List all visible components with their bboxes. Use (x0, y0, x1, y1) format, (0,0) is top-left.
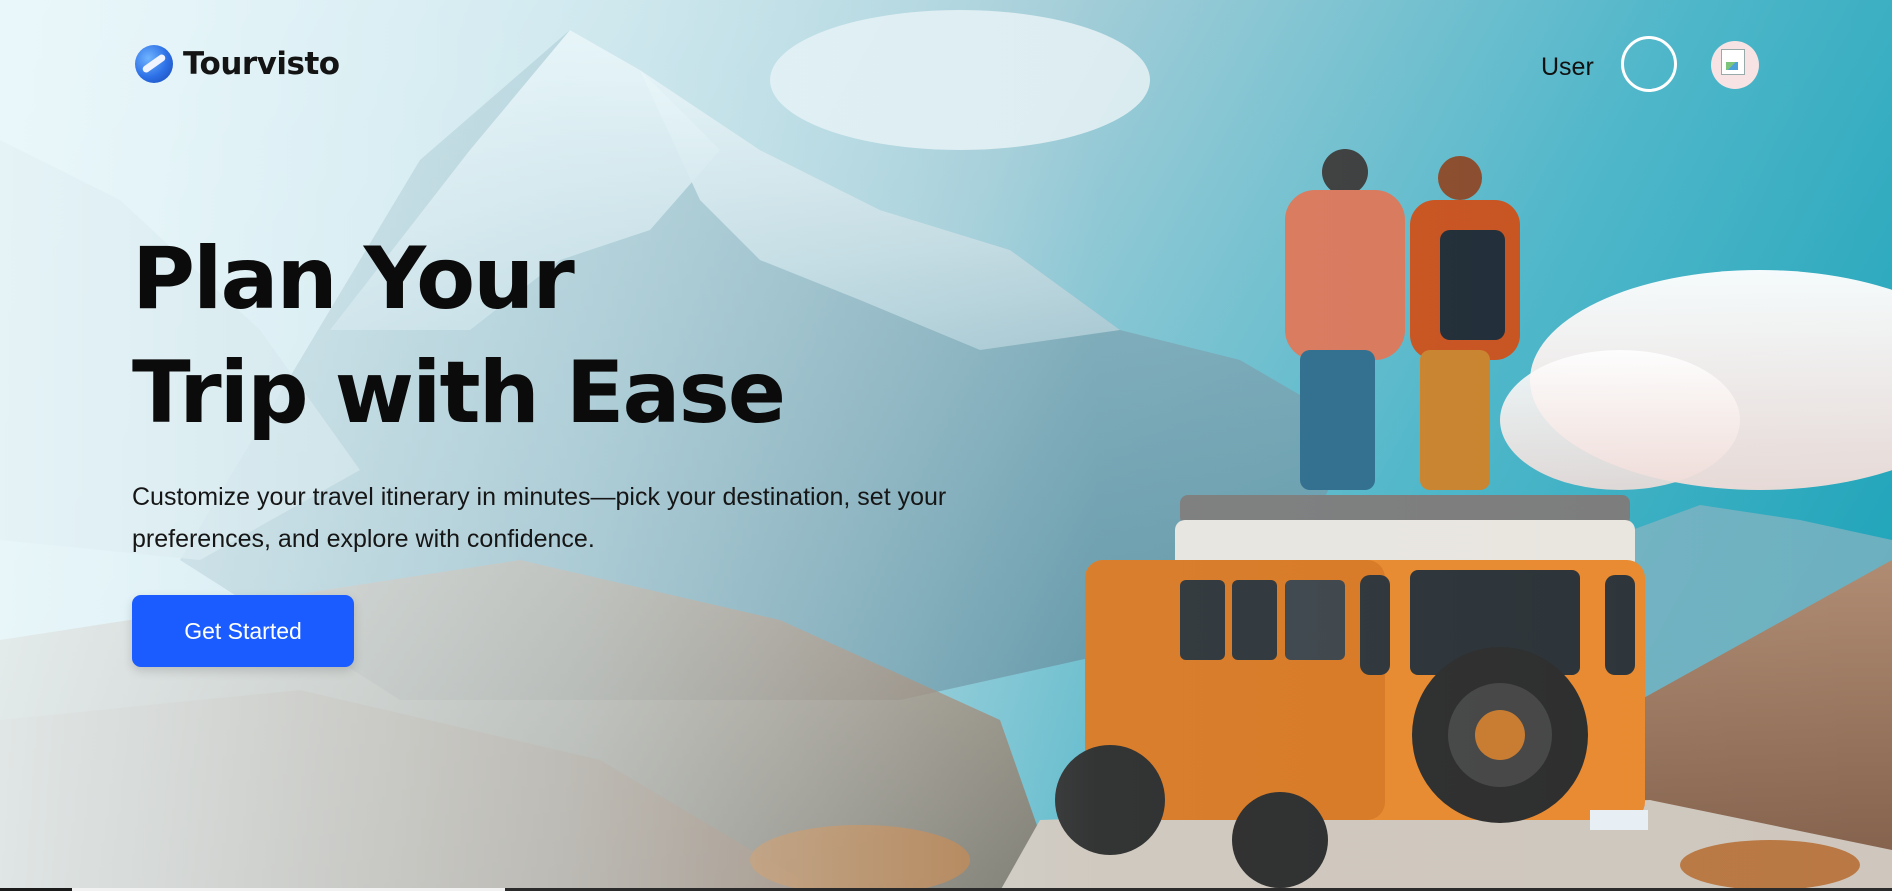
broken-image-icon (1721, 49, 1745, 75)
headline-line-1: Plan Your (132, 229, 575, 329)
brand-link[interactable]: Tourvisto (135, 45, 340, 83)
avatar[interactable] (1711, 41, 1759, 89)
hero-headline: Plan Your Trip with Ease (132, 222, 786, 450)
headline-line-2: Trip with Ease (132, 343, 786, 443)
hero-subtext: Customize your travel itinerary in minut… (132, 483, 947, 553)
brand-name: Tourvisto (183, 46, 340, 82)
top-navbar: Tourvisto User (0, 0, 1892, 135)
user-link[interactable]: User (1541, 53, 1594, 82)
hero-section: Tourvisto User Plan Your Trip with Ease … (0, 0, 1892, 891)
globe-airplane-icon (135, 45, 173, 83)
get-started-button[interactable]: Get Started (132, 595, 354, 667)
user-profile-circle[interactable] (1621, 36, 1677, 92)
